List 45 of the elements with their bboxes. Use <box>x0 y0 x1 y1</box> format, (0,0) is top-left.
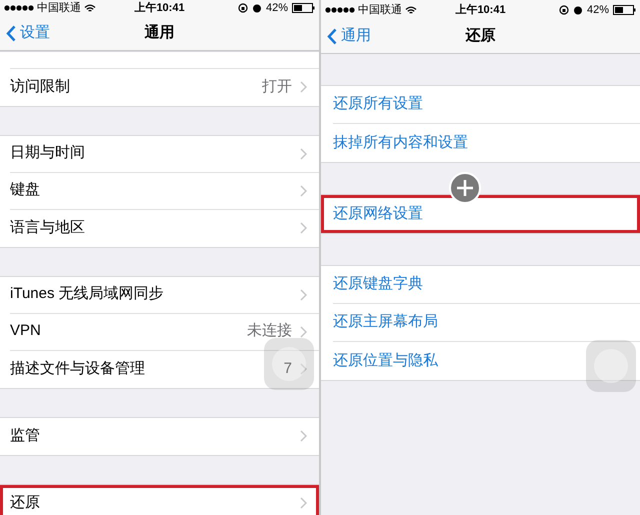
rotation-lock-icon <box>238 3 248 14</box>
signal-icon <box>325 7 355 13</box>
back-button[interactable]: 通用 <box>321 25 371 48</box>
settings-row[interactable]: 还原 <box>0 484 319 515</box>
chevron-icon <box>300 497 307 509</box>
wifi-icon <box>405 6 417 14</box>
assistive-touch-button[interactable] <box>264 338 314 390</box>
status-time: 上午10:41 <box>134 0 185 16</box>
chevron-icon <box>300 222 307 234</box>
wifi-icon <box>84 4 96 13</box>
chevron-icon <box>300 184 307 196</box>
nav-title: 通用 <box>144 22 174 43</box>
row-value: 7 <box>284 358 292 379</box>
status-time: 上午10:41 <box>455 2 506 18</box>
row-label: iTunes 无线局域网同步 <box>10 284 165 304</box>
row-label: 语言与地区 <box>10 218 86 238</box>
chevron-icon <box>300 288 307 300</box>
row-value: 未连接 <box>247 321 292 342</box>
back-button[interactable]: 设置 <box>0 22 50 44</box>
assistive-touch-button[interactable] <box>586 340 636 392</box>
chevron-icon <box>300 363 307 375</box>
reset-option[interactable]: 还原网络设置 <box>321 195 640 233</box>
row-label: 键盘 <box>10 180 41 200</box>
row-label: 日期与时间 <box>10 143 86 164</box>
row-label: 描述文件与设备管理 <box>10 358 146 379</box>
chevron-icon <box>300 81 307 93</box>
signal-icon <box>4 5 34 12</box>
row-label: VPN <box>10 321 42 342</box>
row-value: 打开 <box>262 76 292 97</box>
battery-percent: 42% <box>586 2 610 18</box>
battery-icon <box>613 5 636 15</box>
chevron-icon <box>300 326 307 338</box>
rotation-lock-icon <box>558 5 569 15</box>
back-chevron-icon <box>327 28 337 45</box>
row-label: 监管 <box>10 426 41 446</box>
carrier-name: 中国联通 <box>37 0 81 16</box>
chevron-icon <box>300 430 307 442</box>
nav-title: 还原 <box>466 26 496 46</box>
back-chevron-icon <box>6 24 16 42</box>
battery-percent: 42% <box>266 1 288 16</box>
chevron-icon <box>300 148 307 160</box>
row-label: 访问限制 <box>10 76 71 97</box>
row-label: 还原 <box>10 492 41 513</box>
carrier-name: 中国联通 <box>358 2 402 18</box>
battery-icon <box>292 3 316 14</box>
